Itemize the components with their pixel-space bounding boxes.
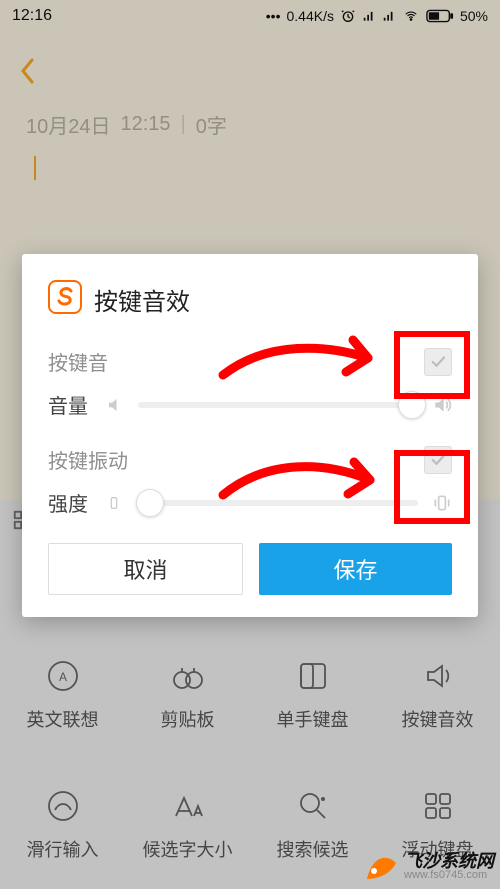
annotation-box — [394, 331, 470, 399]
save-button[interactable]: 保存 — [259, 543, 452, 595]
intensity-label: 强度 — [48, 488, 92, 517]
cancel-button[interactable]: 取消 — [48, 543, 243, 595]
watermark-url: www.fs0745.com — [404, 870, 494, 881]
sound-label: 按键音 — [48, 347, 108, 376]
watermark: 飞沙系统网 www.fs0745.com — [364, 849, 494, 883]
volume-label: 音量 — [48, 390, 92, 419]
watermark-brand: 飞沙系统网 — [404, 852, 494, 870]
dialog-title: 按键音效 — [94, 282, 190, 317]
key-sound-dialog: 按键音效 按键音 音量 按键振动 — [22, 254, 478, 617]
volume-slider[interactable] — [138, 402, 418, 408]
sogou-logo-icon — [48, 280, 82, 319]
annotation-arrow-icon — [218, 330, 398, 390]
vibrate-label: 按键振动 — [48, 445, 128, 474]
vibrate-low-icon — [106, 494, 122, 512]
annotation-box — [394, 450, 470, 524]
annotation-arrow-icon — [218, 450, 398, 510]
volume-low-icon — [106, 396, 124, 414]
